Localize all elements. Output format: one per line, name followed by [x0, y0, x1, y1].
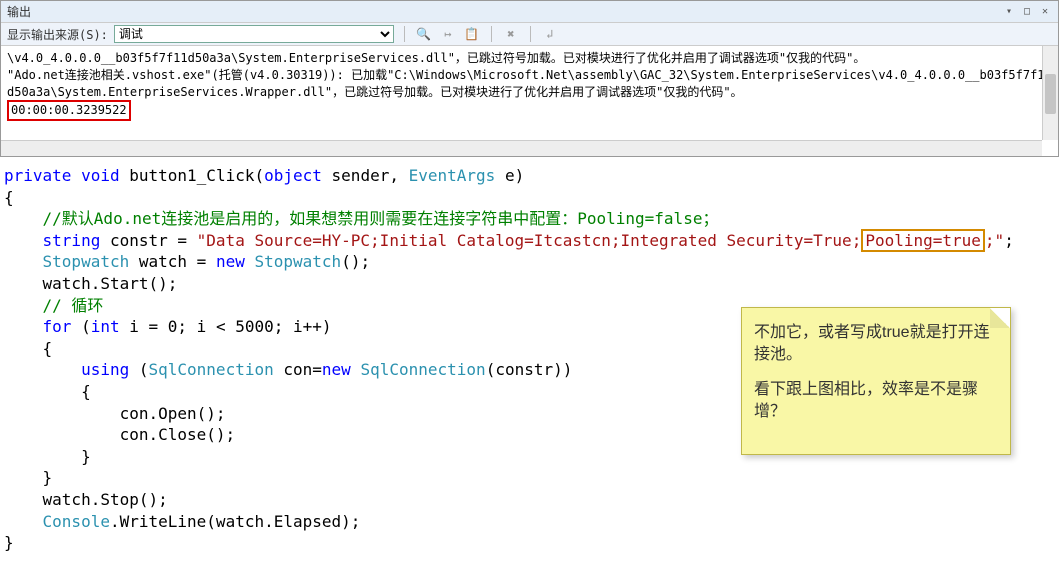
scroll-thumb[interactable]	[1045, 74, 1056, 114]
code-line: Stopwatch watch = new Stopwatch();	[4, 251, 1055, 273]
code-line: Console.WriteLine(watch.Elapsed);	[4, 511, 1055, 533]
code-line: private void button1_Click(object sender…	[4, 165, 1055, 187]
output-panel: 输出 ▾ □ ✕ 显示输出来源(S): 调试 🔍 ↦ 📋 ✖ ↲ \v4.0_4…	[0, 0, 1059, 157]
code-line: }	[4, 532, 1055, 554]
wrap-icon[interactable]: ↲	[541, 25, 559, 43]
note-fold-icon	[990, 308, 1010, 328]
copy-icon[interactable]: 📋	[463, 25, 481, 43]
output-body[interactable]: \v4.0_4.0.0.0__b03f5f7f11d50a3a\System.E…	[1, 46, 1058, 156]
code-line: }	[4, 467, 1055, 489]
pooling-highlight: Pooling=true	[861, 229, 985, 252]
output-source-select[interactable]: 调试	[114, 25, 394, 43]
clear-icon[interactable]: ✖	[502, 25, 520, 43]
pin-icon[interactable]: ▾	[1002, 6, 1016, 18]
output-line: \v4.0_4.0.0.0__b03f5f7f11d50a3a\System.E…	[7, 50, 1052, 67]
scrollbar-horizontal[interactable]	[1, 140, 1042, 156]
code-line: string constr = "Data Source=HY-PC;Initi…	[4, 230, 1055, 252]
toolbar-separator	[491, 26, 492, 42]
output-title-text: 输出	[7, 3, 31, 20]
code-editor[interactable]: private void button1_Click(object sender…	[0, 157, 1059, 562]
sticky-note: 不加它，或者写成true就是打开连接池。 看下跟上图相比，效率是不是骤增？	[741, 307, 1011, 455]
output-toolbar: 显示输出来源(S): 调试 🔍 ↦ 📋 ✖ ↲	[1, 23, 1058, 46]
code-line: //默认Ado.net连接池是启用的，如果想禁用则需要在连接字符串中配置：Poo…	[4, 208, 1055, 230]
step-icon[interactable]: ↦	[439, 25, 457, 43]
output-elapsed: 00:00:00.3239522	[7, 100, 1052, 121]
find-icon[interactable]: 🔍	[415, 25, 433, 43]
note-text-1: 不加它，或者写成true就是打开连接池。	[754, 322, 998, 367]
output-line: "Ado.net连接池相关.vshost.exe"(托管(v4.0.30319)…	[7, 67, 1052, 101]
output-source-label: 显示输出来源(S):	[7, 26, 108, 43]
elapsed-highlight: 00:00:00.3239522	[7, 100, 131, 121]
code-line: watch.Start();	[4, 273, 1055, 295]
toolbar-separator	[530, 26, 531, 42]
output-title-bar: 输出 ▾ □ ✕	[1, 1, 1058, 23]
dock-icon[interactable]: □	[1020, 6, 1034, 18]
toolbar-separator	[404, 26, 405, 42]
code-line: watch.Stop();	[4, 489, 1055, 511]
code-line: {	[4, 187, 1055, 209]
scrollbar-vertical[interactable]	[1042, 46, 1058, 140]
close-icon[interactable]: ✕	[1038, 6, 1052, 18]
note-text-2: 看下跟上图相比，效率是不是骤增？	[754, 379, 998, 424]
